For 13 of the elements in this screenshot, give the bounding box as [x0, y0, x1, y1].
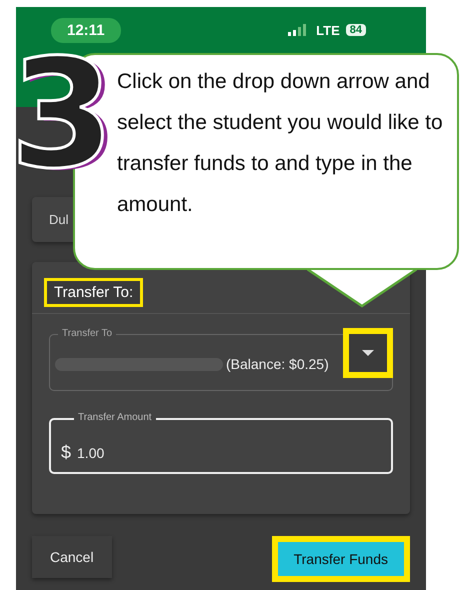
battery-level: 84 [346, 24, 366, 36]
partial-text: Dul [49, 212, 69, 227]
status-time: 12:11 [51, 18, 121, 42]
instruction-text: Click on the drop down arrow and select the student you would like to transfer funds to and type in the amount. [117, 69, 444, 218]
dropdown-value: (Balance: $0.25) [226, 356, 329, 372]
step-number: 3 [10, 40, 114, 190]
currency-prefix: $ [61, 442, 72, 463]
section-title: Transfer To: [44, 278, 144, 307]
caret-icon [362, 350, 374, 356]
amount-value: 1.00 [77, 444, 104, 460]
network-label: LTE [316, 22, 340, 38]
dropdown-button[interactable] [343, 328, 393, 378]
transfer-button[interactable]: Transfer Funds [272, 536, 410, 582]
